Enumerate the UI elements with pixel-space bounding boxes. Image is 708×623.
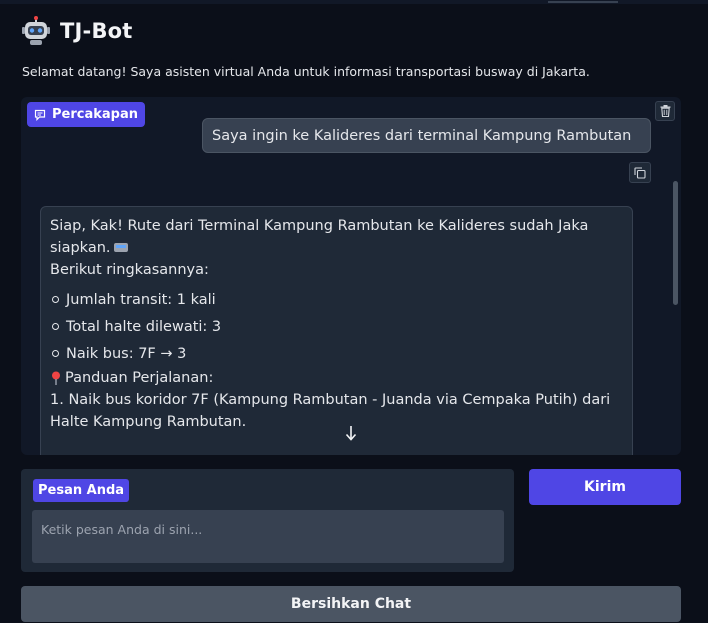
user-message: Saya ingin ke Kalideres dari terminal Ka… [202,118,651,153]
top-border [0,0,708,4]
copy-button[interactable] [629,162,651,183]
scroll-down-button[interactable] [341,422,361,444]
list-item: Total halte dilewati: 3 [50,313,623,340]
chat-label-text: Percakapan [52,107,138,122]
arrow-down-icon [345,426,357,441]
chat-scrollbar[interactable] [673,181,678,305]
summary-stops: Total halte dilewati: 3 [66,318,222,335]
pin-icon [52,371,60,385]
copy-icon [634,166,646,179]
guide-title-text: Panduan Perjalanan: [65,370,214,386]
summary-bus: Naik bus: 7F → 3 [66,345,187,362]
chat-label: Percakapan [27,102,145,127]
summary-transit: Jumlah transit: 1 kali [66,291,216,308]
list-item: Naik bus: 7F → 3 [50,340,623,367]
bullet-icon [52,296,59,303]
bus-icon [113,242,128,252]
guide-title: Panduan Perjalanan: [50,367,623,389]
message-input-panel: Pesan Anda [21,469,514,572]
trash-icon [660,105,670,117]
bullet-icon [52,350,59,357]
list-item: Jumlah transit: 1 kali [50,286,623,313]
clear-history-button[interactable] [655,101,675,121]
chat-panel: Percakapan Saya ingin ke Kalideres dari … [21,97,681,455]
top-tab-indicator [548,1,618,3]
app-subtitle: Selamat datang! Saya asisten virtual And… [22,64,590,79]
app-title: TJ-Bot [60,19,133,43]
bot-intro: Siap, Kak! Rute dari Terminal Kampung Ra… [50,215,623,259]
guide-step: 1. Naik bus koridor 7F (Kampung Rambutan… [50,392,611,430]
bot-intro-text: Siap, Kak! Rute dari Terminal Kampung Ra… [50,218,589,256]
clear-chat-button[interactable]: Bersihkan Chat [21,586,681,622]
app-header: TJ-Bot [22,16,133,46]
message-input[interactable] [32,510,504,563]
summary-title: Berikut ringkasannya: [50,262,209,278]
bot-message: Siap, Kak! Rute dari Terminal Kampung Ra… [40,206,633,455]
bullet-icon [52,323,59,330]
send-button[interactable]: Kirim [529,469,681,505]
chat-bubble-icon [34,109,46,121]
robot-icon [22,16,50,45]
summary-list: Jumlah transit: 1 kali Total halte dilew… [50,286,623,367]
input-label: Pesan Anda [33,479,130,502]
